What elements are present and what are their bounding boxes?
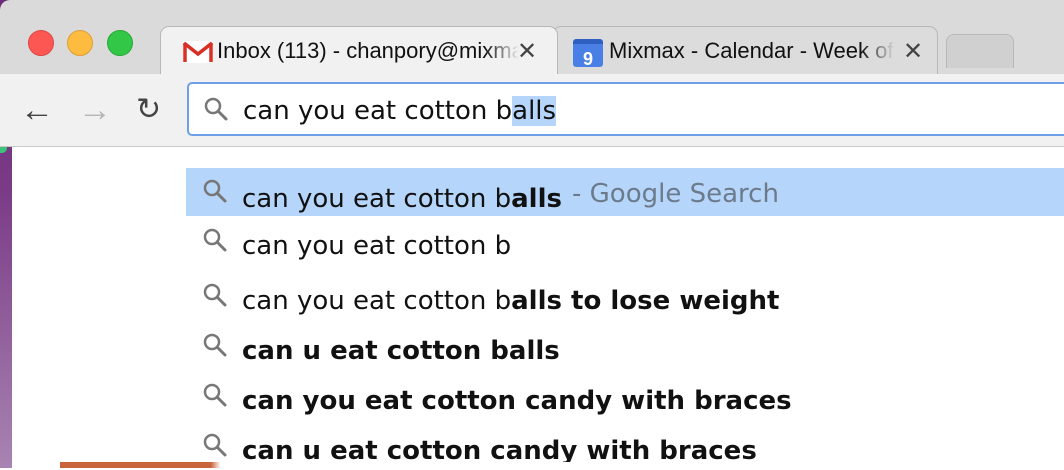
address-bar[interactable]: can you eat cotton balls [187, 82, 1064, 136]
search-icon [202, 282, 228, 308]
window-maximize-button[interactable] [107, 30, 133, 56]
suggestion-text: can you eat cotton candy with braces [242, 386, 792, 416]
typed-text: can you eat cotton b [243, 96, 513, 126]
suggestion-plain: can you eat cotton b [242, 184, 512, 214]
suggestion-bold: alls to lose weight [511, 286, 780, 316]
toolbar: ← → ↻ can you eat cotton balls [0, 74, 1064, 147]
back-arrow-icon[interactable]: ← [20, 91, 54, 129]
suggestion-text: can you eat cotton balls to lose weight [242, 286, 779, 316]
calendar-icon: 9 [573, 39, 603, 69]
search-icon [202, 432, 228, 458]
suggestion-plain: can you eat cotton b [242, 286, 512, 316]
search-icon [203, 96, 229, 122]
new-tab-button[interactable] [946, 34, 1014, 68]
suggestion-item[interactable]: can you eat cotton balls to lose weight [186, 272, 1064, 320]
tab-mixmax-calendar[interactable]: 9 Mixmax - Calendar - Week of ✕ [552, 26, 938, 74]
suggestion-bold: can u eat cotton balls [242, 336, 560, 366]
tab-close-icon[interactable]: ✕ [903, 37, 923, 66]
gmail-icon [182, 41, 214, 63]
suggestion-bold: alls [511, 184, 562, 214]
search-icon [202, 178, 228, 204]
tab-title: Inbox (113) - chanpory@mixmax.com [217, 38, 519, 64]
tab-title: Mixmax - Calendar - Week of [609, 38, 895, 64]
search-icon [202, 227, 228, 253]
window-minimize-button[interactable] [67, 30, 93, 56]
suggestion-item[interactable]: can you eat cotton candy with braces [186, 372, 1064, 420]
suggestion-plain: can you eat cotton b [242, 231, 512, 261]
page-content-peek [60, 462, 1064, 468]
omnibox-suggestions: can you eat cotton balls - Google Search … [186, 157, 1064, 468]
suggestion-bold: can you eat cotton candy with braces [242, 386, 792, 416]
search-icon [202, 332, 228, 358]
tab-gmail-inbox[interactable]: Inbox (113) - chanpory@mixmax.com ✕ [160, 26, 558, 74]
suggestion-item[interactable]: can you eat cotton b [186, 217, 1064, 265]
forward-arrow-icon[interactable]: → [78, 91, 112, 129]
suggestion-text: can you eat cotton balls - Google Search [242, 179, 779, 214]
search-icon [202, 382, 228, 408]
reload-icon[interactable]: ↻ [136, 91, 161, 129]
address-bar-text[interactable]: can you eat cotton balls [243, 96, 557, 126]
tab-strip: 9 Mixmax - Calendar - Week of ✕ Inbox (1… [0, 0, 1064, 74]
window-close-button[interactable] [28, 30, 54, 56]
suggestion-suffix: - Google Search [572, 179, 779, 209]
autocomplete-selection: alls [512, 96, 557, 126]
suggestion-item[interactable]: can you eat cotton balls - Google Search [186, 168, 1064, 216]
suggestion-item[interactable]: can u eat cotton balls [186, 322, 1064, 370]
suggestion-text: can you eat cotton b [242, 231, 511, 261]
tab-close-icon[interactable]: ✕ [517, 37, 537, 66]
suggestion-text: can u eat cotton balls [242, 336, 560, 366]
